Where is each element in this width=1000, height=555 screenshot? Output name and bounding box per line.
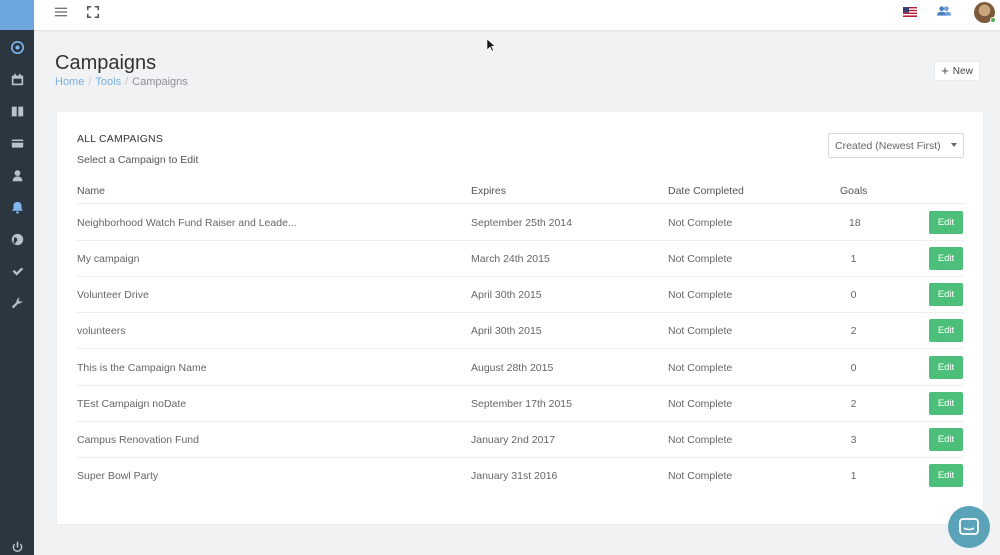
chat-launcher-button[interactable]	[948, 506, 990, 548]
campaign-name: volunteers	[77, 325, 126, 337]
table-row: Campus Renovation Fund January 2nd 2017 …	[77, 422, 964, 458]
new-label: New	[952, 65, 973, 77]
edit-button[interactable]: Edit	[929, 392, 963, 415]
campaign-expires: January 2nd 2017	[471, 434, 556, 446]
campaign-date-completed: Not Complete	[668, 325, 733, 337]
header-expires[interactable]: Expires	[471, 185, 506, 197]
wrench-icon[interactable]	[0, 292, 34, 314]
edit-button[interactable]: Edit	[929, 283, 963, 306]
table-row: This is the Campaign Name August 28th 20…	[77, 350, 964, 386]
topbar	[34, 0, 1000, 31]
user-avatar[interactable]	[974, 2, 996, 23]
campaign-goals: 1	[850, 470, 857, 482]
globe-icon[interactable]	[0, 228, 34, 250]
chat-icon	[959, 518, 979, 535]
campaign-expires: August 28th 2015	[471, 362, 554, 374]
campaign-goals: 1	[850, 253, 857, 265]
campaign-name: Volunteer Drive	[77, 289, 149, 301]
credit-card-icon[interactable]	[0, 132, 34, 154]
campaign-expires: January 31st 2016	[471, 470, 558, 482]
breadcrumb-tools[interactable]: Tools	[95, 76, 121, 88]
edit-button[interactable]: Edit	[929, 319, 963, 342]
table-row: Super Bowl Party January 31st 2016 Not C…	[77, 458, 964, 494]
breadcrumb: Home / Tools / Campaigns	[55, 76, 188, 88]
calendar-icon[interactable]	[0, 68, 34, 90]
card-subtitle: Select a Campaign to Edit	[77, 154, 199, 166]
plus-icon: +	[941, 63, 949, 78]
campaign-date-completed: Not Complete	[668, 253, 733, 265]
header-date-completed[interactable]: Date Completed	[668, 185, 744, 197]
us-flag-icon[interactable]	[903, 5, 917, 17]
campaign-goals: 0	[850, 362, 857, 374]
users-icon[interactable]	[937, 4, 953, 17]
breadcrumb-home[interactable]: Home	[55, 76, 84, 88]
dashboard-icon[interactable]	[0, 36, 34, 58]
check-icon[interactable]	[0, 260, 34, 282]
campaign-goals: 18	[849, 217, 861, 229]
campaign-goals: 0	[850, 289, 857, 301]
breadcrumb-separator: /	[125, 76, 129, 88]
sort-select-value: Created (Newest First)	[835, 140, 941, 152]
campaign-date-completed: Not Complete	[668, 398, 733, 410]
online-status-dot	[990, 17, 996, 23]
book-icon[interactable]	[0, 100, 34, 122]
table-row: TEst Campaign noDate September 17th 2015…	[77, 386, 964, 422]
campaign-expires: April 30th 2015	[471, 289, 542, 301]
campaign-expires: September 17th 2015	[471, 398, 572, 410]
campaign-date-completed: Not Complete	[668, 470, 733, 482]
sidebar	[0, 0, 34, 555]
sort-select[interactable]: Created (Newest First)	[828, 133, 964, 158]
edit-button[interactable]: Edit	[929, 211, 963, 234]
campaign-name: TEst Campaign noDate	[77, 398, 187, 410]
edit-button[interactable]: Edit	[929, 464, 963, 487]
campaign-expires: September 25th 2014	[471, 217, 572, 229]
header-name[interactable]: Name	[77, 185, 105, 197]
breadcrumb-current: Campaigns	[132, 76, 188, 88]
edit-button[interactable]: Edit	[929, 428, 963, 451]
breadcrumb-separator: /	[88, 76, 92, 88]
header-goals[interactable]: Goals	[840, 185, 867, 197]
campaign-goals: 3	[850, 434, 857, 446]
campaign-name: This is the Campaign Name	[77, 362, 207, 374]
chevron-down-icon	[951, 143, 957, 147]
new-campaign-button[interactable]: + New	[934, 61, 980, 81]
campaign-name: Super Bowl Party	[77, 470, 159, 482]
campaign-name: My campaign	[77, 253, 140, 265]
card-title: ALL CAMPAIGNS	[77, 133, 164, 145]
hamburger-menu-icon[interactable]	[53, 4, 69, 20]
table-row: Neighborhood Watch Fund Raiser and Leade…	[77, 205, 964, 241]
campaign-date-completed: Not Complete	[668, 362, 733, 374]
campaign-goals: 2	[850, 398, 857, 410]
campaign-name: Neighborhood Watch Fund Raiser and Leade…	[77, 217, 297, 229]
table-row: My campaign March 24th 2015 Not Complete…	[77, 241, 964, 277]
table-header: Name Expires Date Completed Goals	[77, 180, 964, 204]
table-row: volunteers April 30th 2015 Not Complete …	[77, 313, 964, 349]
page-title: Campaigns	[55, 52, 157, 74]
edit-button[interactable]: Edit	[929, 356, 963, 379]
campaign-name: Campus Renovation Fund	[77, 434, 199, 446]
campaign-date-completed: Not Complete	[668, 289, 733, 301]
campaigns-card: ALL CAMPAIGNS Select a Campaign to Edit …	[56, 111, 984, 525]
campaign-date-completed: Not Complete	[668, 217, 733, 229]
bell-icon[interactable]	[0, 196, 34, 218]
campaign-expires: March 24th 2015	[471, 253, 550, 265]
table-row: Volunteer Drive April 30th 2015 Not Comp…	[77, 277, 964, 313]
campaign-expires: April 30th 2015	[471, 325, 542, 337]
logo[interactable]	[0, 0, 34, 30]
user-icon[interactable]	[0, 164, 34, 186]
power-icon[interactable]	[0, 536, 34, 555]
fullscreen-icon[interactable]	[85, 4, 101, 20]
mouse-cursor-icon	[487, 39, 495, 51]
edit-button[interactable]: Edit	[929, 247, 963, 270]
campaign-goals: 2	[850, 325, 857, 337]
campaign-date-completed: Not Complete	[668, 434, 733, 446]
